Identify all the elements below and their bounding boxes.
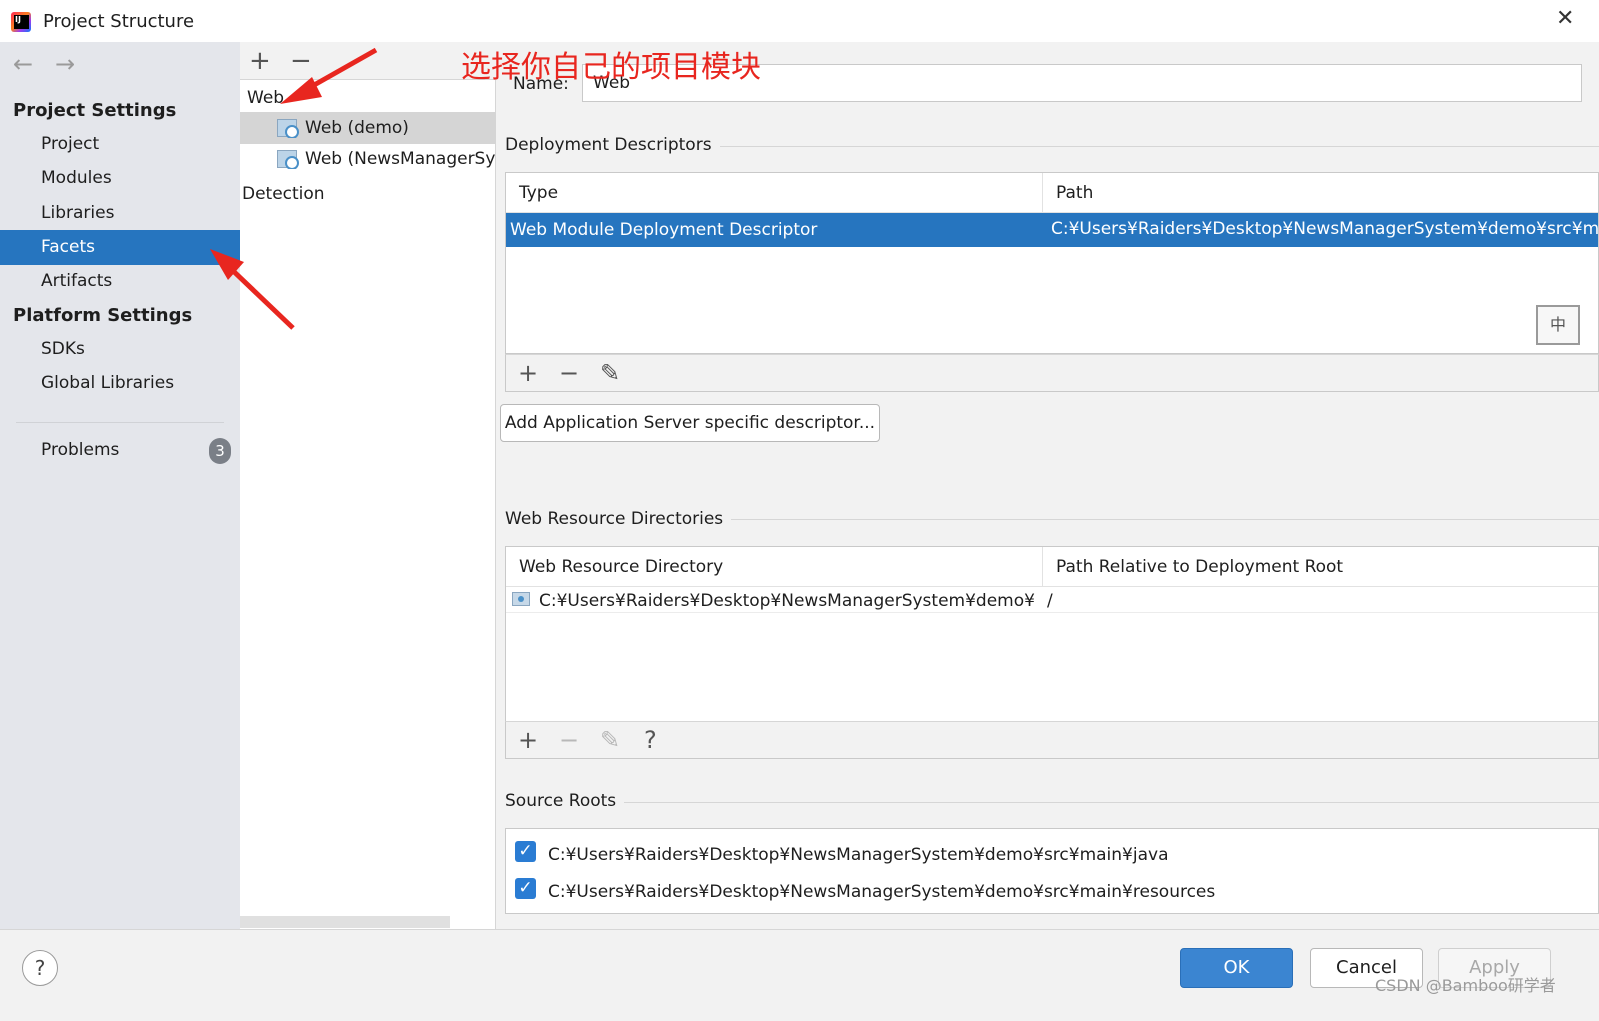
source-root-checkbox[interactable]: ✓ xyxy=(515,878,536,899)
web-resource-toolbar: + − ✎ ? xyxy=(505,721,1599,759)
facet-item-web-demo[interactable]: Web (demo) xyxy=(277,118,496,138)
back-arrow-icon[interactable]: ← xyxy=(13,50,33,78)
sidebar-item-global-libraries[interactable]: Global Libraries xyxy=(0,366,240,401)
relative-path-cell: / xyxy=(1047,591,1053,611)
edit-pencil-icon[interactable]: ✎ xyxy=(600,726,620,754)
sidebar-item-problems[interactable]: Problems xyxy=(0,433,240,468)
window-title: Project Structure xyxy=(43,11,195,32)
source-roots-list: ✓ C:¥Users¥Raiders¥Desktop¥NewsManagerSy… xyxy=(505,828,1599,914)
annotation-text: 选择你自己的项目模块 xyxy=(461,50,761,85)
facet-detail-panel: Name: Web Deployment Descriptors Type Pa… xyxy=(497,42,1599,948)
forward-arrow-icon[interactable]: → xyxy=(55,50,75,78)
remove-facet-button[interactable]: − xyxy=(290,48,312,74)
web-folder-icon xyxy=(512,592,530,606)
column-header-relative-path[interactable]: Path Relative to Deployment Root xyxy=(1042,547,1598,587)
web-resource-table: Web Resource Directory Path Relative to … xyxy=(505,546,1599,722)
dialog-footer: ? OK Cancel Apply CSDN @Bamboo研学者 xyxy=(0,929,1599,1021)
column-header-type[interactable]: Type xyxy=(506,173,1042,213)
settings-sidebar: ← → Project Settings Project Modules Lib… xyxy=(0,42,240,948)
web-facet-icon xyxy=(277,150,299,169)
sidebar-divider xyxy=(16,422,224,423)
source-root-path: C:¥Users¥Raiders¥Desktop¥NewsManagerSyst… xyxy=(548,882,1216,902)
detection-item[interactable]: Detection xyxy=(242,184,325,204)
problems-count-badge: 3 xyxy=(209,438,231,464)
platform-settings-header: Platform Settings xyxy=(13,305,193,326)
remove-descriptor-button[interactable]: − xyxy=(559,359,579,387)
facet-group-web[interactable]: Web xyxy=(247,88,284,108)
add-descriptor-button[interactable]: + xyxy=(518,359,538,387)
facet-tree-panel: + − Web Web (demo) Web (NewsManagerSys D… xyxy=(240,42,496,948)
intellij-logo-icon xyxy=(11,12,31,32)
section-divider xyxy=(505,802,1599,803)
web-resource-directory-cell: C:¥Users¥Raiders¥Desktop¥NewsManagerSyst… xyxy=(539,591,1035,611)
web-resource-directories-title: Web Resource Directories xyxy=(505,509,732,529)
descriptor-path-cell: C:¥Users¥Raiders¥Desktop¥NewsManagerSyst… xyxy=(1051,219,1599,239)
sidebar-item-artifacts[interactable]: Artifacts xyxy=(0,264,240,299)
facet-item-label: Web (NewsManagerSys xyxy=(305,149,496,169)
table-row[interactable]: C:¥Users¥Raiders¥Desktop¥NewsManagerSyst… xyxy=(506,587,1598,613)
web-facet-icon xyxy=(277,119,299,138)
sidebar-item-modules[interactable]: Modules xyxy=(0,161,240,196)
title-bar: Project Structure ✕ xyxy=(0,0,1599,42)
horizontal-scrollbar[interactable] xyxy=(240,916,450,928)
column-header-path[interactable]: Path xyxy=(1042,173,1598,213)
help-button[interactable]: ? xyxy=(22,950,58,986)
ime-indicator: 中 xyxy=(1536,305,1580,345)
project-settings-header: Project Settings xyxy=(13,100,177,121)
help-question-icon[interactable]: ? xyxy=(644,726,657,754)
facet-tree-toolbar: + − xyxy=(240,42,496,80)
deployment-descriptors-title: Deployment Descriptors xyxy=(505,135,720,155)
add-web-resource-button[interactable]: + xyxy=(518,726,538,754)
add-facet-button[interactable]: + xyxy=(249,48,271,74)
csdn-watermark: CSDN @Bamboo研学者 xyxy=(1375,976,1556,995)
ok-button[interactable]: OK xyxy=(1180,948,1293,988)
source-roots-title: Source Roots xyxy=(505,791,625,811)
deployment-descriptors-table: Type Path Web Module Deployment Descript… xyxy=(505,172,1599,354)
facet-item-web-newsmanager[interactable]: Web (NewsManagerSys xyxy=(277,149,496,169)
deployment-toolbar: + − ✎ xyxy=(505,354,1599,392)
remove-web-resource-button[interactable]: − xyxy=(559,726,579,754)
sidebar-item-libraries[interactable]: Libraries xyxy=(0,196,240,231)
sidebar-item-project[interactable]: Project xyxy=(0,127,240,162)
close-icon[interactable]: ✕ xyxy=(1556,6,1574,31)
edit-pencil-icon[interactable]: ✎ xyxy=(600,359,620,387)
sidebar-item-facets[interactable]: Facets xyxy=(0,230,240,265)
column-header-web-resource-directory[interactable]: Web Resource Directory xyxy=(506,547,1042,587)
facet-item-label: Web (demo) xyxy=(305,118,409,138)
source-root-path: C:¥Users¥Raiders¥Desktop¥NewsManagerSyst… xyxy=(548,845,1169,865)
sidebar-item-sdks[interactable]: SDKs xyxy=(0,332,240,367)
descriptor-type-cell: Web Module Deployment Descriptor xyxy=(510,220,818,240)
add-server-descriptor-button[interactable]: Add Application Server specific descript… xyxy=(500,404,880,442)
source-root-checkbox[interactable]: ✓ xyxy=(515,841,536,862)
